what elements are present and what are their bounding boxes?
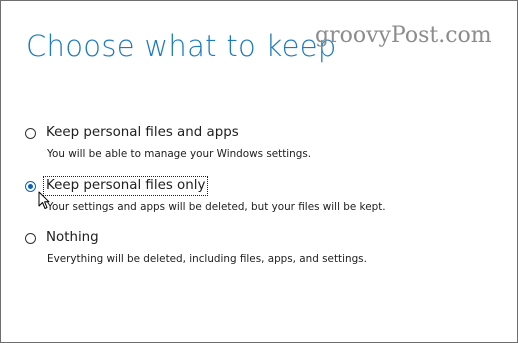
radio-keep-files-and-apps[interactable] xyxy=(25,127,36,139)
option-label[interactable]: Nothing xyxy=(44,229,101,247)
option-label[interactable]: Keep personal files only xyxy=(42,176,209,196)
option-keep-files-only[interactable]: Keep personal files only Your settings a… xyxy=(25,176,386,213)
option-description: Everything will be deleted, including fi… xyxy=(47,253,367,265)
watermark: groovyPost.com xyxy=(315,23,492,48)
radio-nothing[interactable] xyxy=(25,232,36,244)
page-title: Choose what to keep xyxy=(26,29,337,63)
option-nothing[interactable]: Nothing Everything will be deleted, incl… xyxy=(25,228,367,265)
option-label[interactable]: Keep personal files and apps xyxy=(44,124,241,142)
radio-keep-files-only[interactable] xyxy=(25,180,36,192)
option-description: Your settings and apps will be deleted, … xyxy=(47,201,386,213)
radio-selected-dot xyxy=(28,183,33,189)
option-description: You will be able to manage your Windows … xyxy=(47,148,312,160)
reset-dialog: Choose what to keep groovyPost.com Keep … xyxy=(0,0,518,343)
option-keep-files-and-apps[interactable]: Keep personal files and apps You will be… xyxy=(25,123,311,160)
mouse-pointer-icon xyxy=(38,191,50,209)
